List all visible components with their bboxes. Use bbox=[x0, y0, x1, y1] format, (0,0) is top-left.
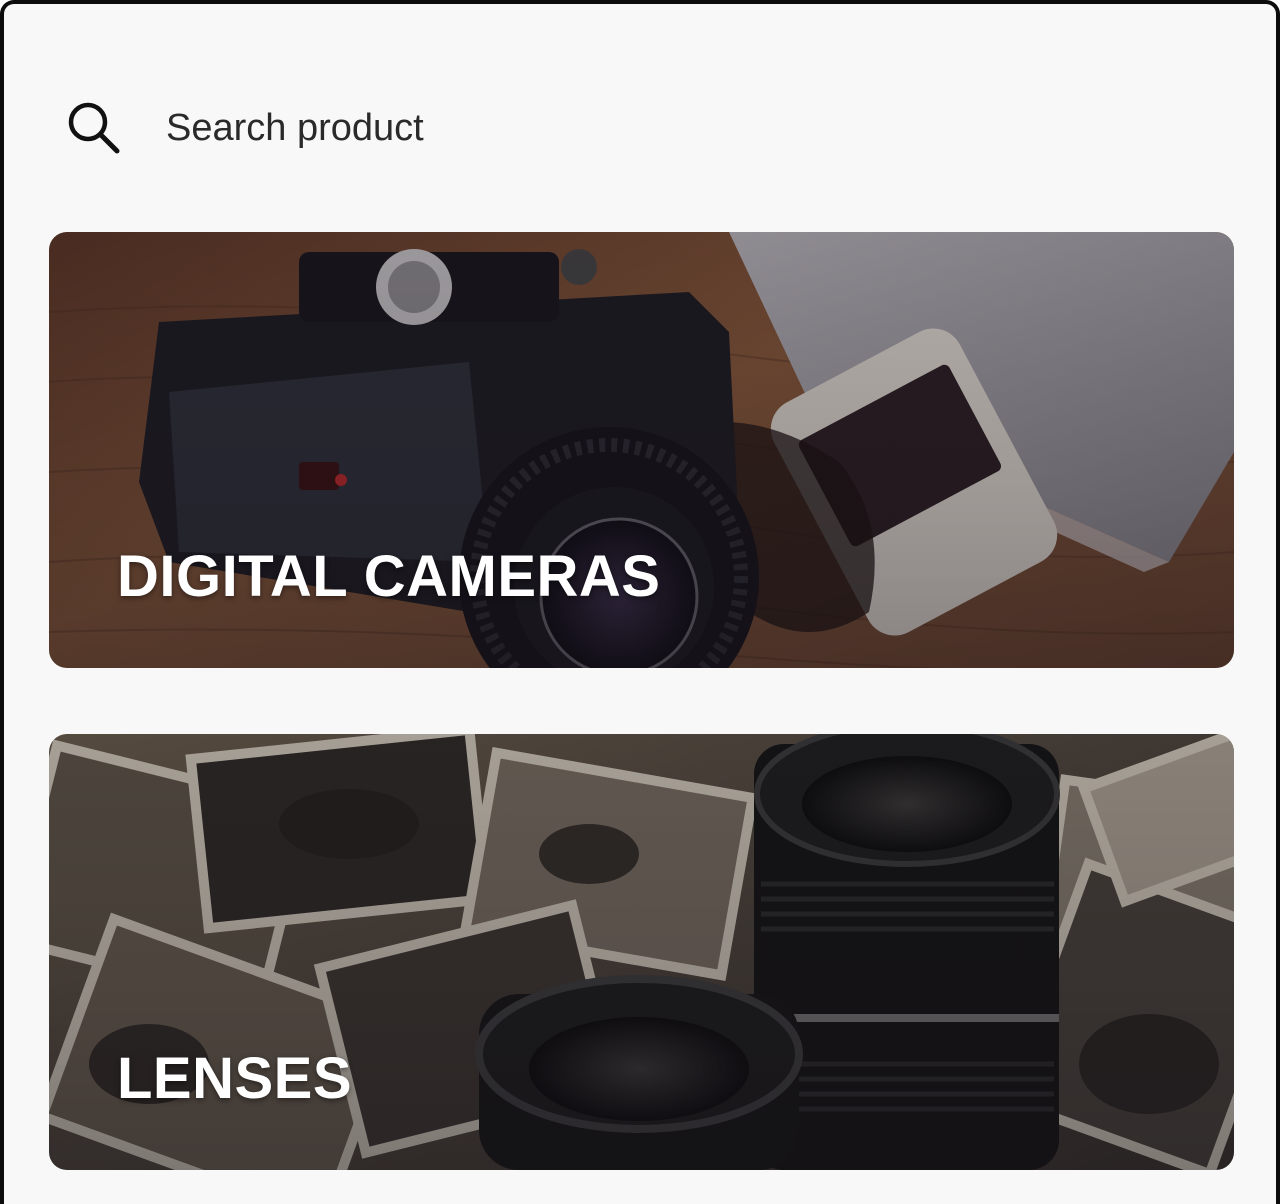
search-bar[interactable] bbox=[64, 88, 1064, 168]
category-card-digital-cameras[interactable]: DIGITAL CAMERAS bbox=[49, 232, 1234, 668]
search-input[interactable] bbox=[164, 105, 968, 151]
category-title: LENSES bbox=[117, 1046, 353, 1111]
app-screen: DIGITAL CAMERAS bbox=[0, 0, 1280, 1204]
search-icon[interactable] bbox=[64, 98, 124, 158]
category-card-lenses[interactable]: LENSES bbox=[49, 734, 1234, 1170]
category-title: DIGITAL CAMERAS bbox=[117, 544, 661, 609]
